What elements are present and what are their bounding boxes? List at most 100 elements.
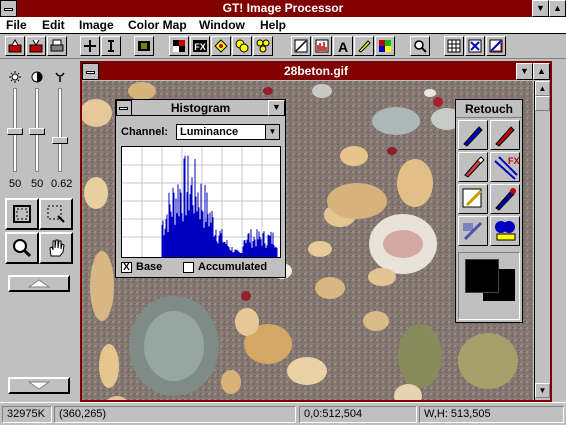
channel-label: Channel: bbox=[121, 126, 169, 138]
channel-select-value: Luminance bbox=[180, 126, 239, 138]
coins2-button[interactable] bbox=[253, 36, 273, 56]
image-window-maximize-button[interactable]: ▲ bbox=[533, 63, 550, 80]
app-title-bar[interactable]: GT! Image Processor ▼ ▲ bbox=[0, 0, 566, 17]
arrow-up-icon bbox=[28, 279, 50, 288]
vscroll-down-button[interactable]: ▼ bbox=[535, 383, 550, 398]
left-tool-panel: 50 50 0.62 bbox=[0, 60, 78, 400]
color-grid-icon bbox=[379, 40, 391, 52]
image-window-system-button[interactable] bbox=[82, 63, 99, 80]
arrow-down-icon bbox=[28, 381, 50, 390]
app-title: GT! Image Processor bbox=[222, 1, 344, 15]
contrast-slider-knob[interactable] bbox=[29, 128, 45, 135]
menu-color-map[interactable]: Color Map bbox=[128, 18, 187, 32]
vscroll-up-button[interactable]: ▲ bbox=[535, 81, 550, 96]
channel-select[interactable]: Luminance ▼ bbox=[176, 124, 280, 140]
chart-icon bbox=[315, 39, 329, 53]
print-button[interactable] bbox=[47, 36, 67, 56]
stamp-tool[interactable] bbox=[490, 216, 520, 246]
status-memory: 32975K bbox=[2, 406, 52, 423]
retouch-palette[interactable]: Retouch FX bbox=[455, 99, 523, 323]
chart-button[interactable] bbox=[312, 36, 332, 56]
arrows-button[interactable] bbox=[465, 36, 485, 56]
coins-button[interactable] bbox=[232, 36, 252, 56]
menu-image[interactable]: Image bbox=[79, 18, 114, 32]
base-checkbox[interactable]: X bbox=[121, 262, 132, 273]
gamma-slider-track[interactable] bbox=[58, 88, 62, 172]
channel-dropdown-arrow[interactable]: ▼ bbox=[265, 125, 279, 139]
ruler-button[interactable] bbox=[486, 36, 506, 56]
film-button[interactable] bbox=[134, 36, 154, 56]
fx-eraser-icon: FX bbox=[494, 156, 520, 180]
pencil-icon bbox=[358, 40, 371, 53]
pencil-button[interactable] bbox=[354, 36, 374, 56]
crop-select-tool[interactable] bbox=[39, 198, 73, 230]
retouch-title[interactable]: Retouch bbox=[456, 100, 522, 118]
scroll-up-button[interactable] bbox=[8, 275, 70, 292]
magnify-icon bbox=[13, 239, 32, 258]
accumulated-label: Accumulated bbox=[198, 261, 268, 273]
foreground-color-swatch[interactable] bbox=[465, 259, 499, 293]
maximize-button[interactable]: ▲ bbox=[549, 0, 566, 17]
open-button[interactable] bbox=[5, 36, 25, 56]
letter-a-icon: A bbox=[338, 39, 348, 53]
crosshair-button[interactable] bbox=[80, 36, 100, 56]
brush-blue2-icon bbox=[495, 188, 516, 211]
fx-button[interactable]: FX bbox=[190, 36, 210, 56]
color-grid-button[interactable] bbox=[375, 36, 395, 56]
contrast-icon bbox=[31, 71, 43, 83]
brush-blue-tool[interactable] bbox=[458, 120, 488, 150]
base-checkbox-mark: X bbox=[123, 262, 130, 273]
minimize-button[interactable]: ▼ bbox=[532, 0, 549, 17]
fx-eraser-tool[interactable]: FX bbox=[490, 152, 520, 182]
histogram-minimize-button[interactable]: ▼ bbox=[268, 100, 285, 116]
text-cursor-icon bbox=[108, 40, 114, 52]
rect-select-tool[interactable] bbox=[5, 198, 39, 230]
vscroll-thumb[interactable] bbox=[535, 96, 550, 111]
text-cursor-button[interactable] bbox=[101, 36, 121, 56]
brightness-value: 50 bbox=[9, 178, 22, 190]
diamond-button[interactable] bbox=[211, 36, 231, 56]
menu-window[interactable]: Window bbox=[199, 18, 245, 32]
checker-button[interactable] bbox=[169, 36, 189, 56]
scroll-down-button[interactable] bbox=[8, 377, 70, 394]
image-vertical-scrollbar[interactable]: ▲ ▼ bbox=[534, 81, 550, 400]
fx-icon: FX bbox=[193, 40, 207, 52]
palette-tool[interactable] bbox=[458, 184, 488, 214]
menu-edit[interactable]: Edit bbox=[42, 18, 65, 32]
zoom-button[interactable] bbox=[410, 36, 430, 56]
image-window-system-icon bbox=[86, 71, 95, 74]
palette-icon bbox=[462, 188, 483, 208]
magnify-tool[interactable] bbox=[5, 232, 39, 264]
filter-tool[interactable] bbox=[458, 216, 488, 246]
brush-blue2-tool[interactable] bbox=[490, 184, 520, 214]
menu-file[interactable]: File bbox=[6, 18, 27, 32]
image-window-minimize-button[interactable]: ▼ bbox=[516, 63, 533, 80]
status-bar: 32975K (360,265) 0,0:512,504 W,H: 513,50… bbox=[0, 402, 566, 425]
histogram-chart bbox=[122, 147, 280, 257]
brush-red-tool[interactable] bbox=[490, 120, 520, 150]
histogram-title[interactable]: Histogram bbox=[116, 100, 285, 116]
ruler-icon bbox=[489, 39, 503, 53]
histogram-window[interactable]: Histogram ▼ Channel: Luminance ▼ X Base … bbox=[115, 99, 286, 278]
print-icon bbox=[50, 39, 64, 52]
svg-text:A: A bbox=[338, 39, 348, 53]
save-icon bbox=[29, 39, 43, 53]
image-window-title[interactable]: 28beton.gif bbox=[82, 63, 550, 80]
zoom-icon bbox=[414, 40, 427, 53]
brush-red-icon bbox=[495, 126, 515, 147]
line-button[interactable] bbox=[291, 36, 311, 56]
menu-help[interactable]: Help bbox=[260, 18, 286, 32]
hand-tool[interactable] bbox=[39, 232, 73, 264]
grid-button[interactable] bbox=[444, 36, 464, 56]
pen-red-tool[interactable] bbox=[458, 152, 488, 182]
status-size: W,H: 513,505 bbox=[419, 406, 564, 423]
gamma-slider-knob[interactable] bbox=[52, 137, 68, 144]
histogram-system-button[interactable] bbox=[116, 100, 132, 116]
accumulated-checkbox[interactable] bbox=[183, 262, 194, 273]
brightness-slider-knob[interactable] bbox=[7, 128, 23, 135]
checker-icon bbox=[173, 40, 185, 52]
text-button[interactable]: A bbox=[333, 36, 353, 56]
brush-blue-icon bbox=[463, 126, 483, 147]
save-button[interactable] bbox=[26, 36, 46, 56]
gamma-icon bbox=[55, 72, 65, 82]
